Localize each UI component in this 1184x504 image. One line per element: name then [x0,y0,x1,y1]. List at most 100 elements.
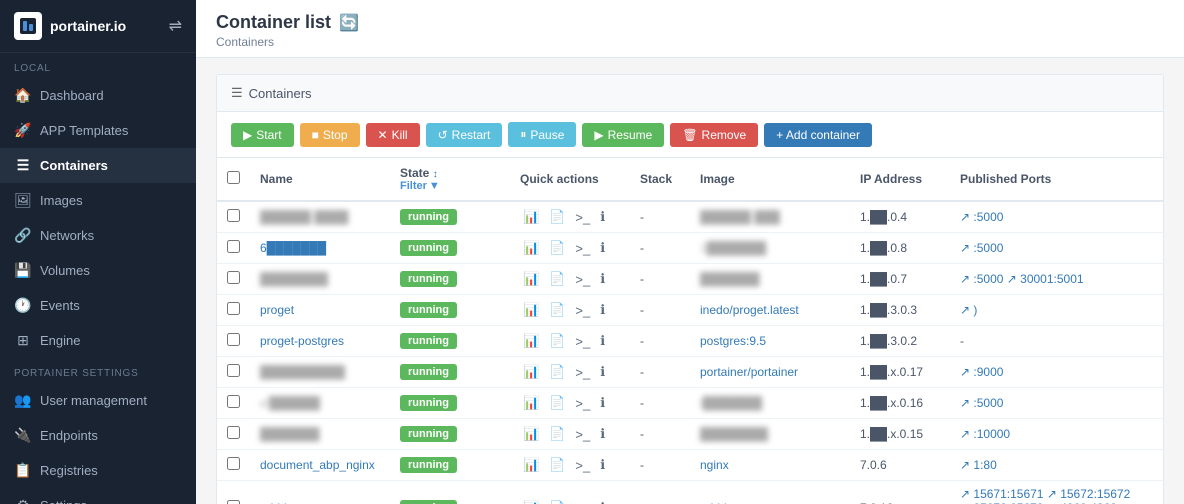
image-name-link[interactable]: portainer/portainer [700,365,798,379]
sidebar-item-events[interactable]: 🕐 Events [0,288,196,323]
select-all-checkbox[interactable] [227,171,240,184]
console-button[interactable]: >_ [572,395,593,412]
logs-button[interactable]: 📄 [546,394,568,412]
row-checkbox[interactable] [227,457,240,470]
stats-button[interactable]: 📊 [520,456,542,474]
console-button[interactable]: >_ [572,302,593,319]
port-link[interactable]: ↗ :5000 [960,241,1003,255]
stats-button[interactable]: 📊 [520,499,542,504]
sidebar-item-containers[interactable]: ☰ Containers [0,148,196,183]
sidebar-item-settings[interactable]: ⚙ Settings [0,488,196,504]
inspect-button[interactable]: ℹ [597,208,608,226]
row-checkbox[interactable] [227,395,240,408]
console-button[interactable]: >_ [572,240,593,257]
inspect-button[interactable]: ℹ [597,332,608,350]
container-name-link[interactable]: proget-postgres [260,334,344,348]
sidebar-item-app-templates[interactable]: 🚀 APP Templates [0,113,196,148]
stop-button[interactable]: ■ Stop [300,123,360,147]
sidebar-item-networks[interactable]: 🔗 Networks [0,218,196,253]
stats-button[interactable]: 📊 [520,270,542,288]
port-link[interactable]: ↗ :5000 [960,396,1003,410]
container-name-link[interactable]: document_abp_nginx [260,458,375,472]
port-link[interactable]: ↗ 1:80 [960,458,997,472]
logs-button[interactable]: 📄 [546,270,568,288]
stats-button[interactable]: 📊 [520,239,542,257]
inspect-button[interactable]: ℹ [597,270,608,288]
sidebar-item-dashboard[interactable]: 🏠 Dashboard [0,78,196,113]
containers-table-wrapper: Name State ↕ Filter ▼ Quick actions Stac… [217,158,1163,504]
stats-button[interactable]: 📊 [520,208,542,226]
port-link[interactable]: ↗ ) [960,303,977,317]
logs-button[interactable]: 📄 [546,208,568,226]
remove-button[interactable]: 🗑 Remove [670,123,758,147]
row-stack: - [630,388,690,419]
row-checkbox[interactable] [227,302,240,315]
sidebar-item-engine[interactable]: ⊞ Engine [0,323,196,358]
port-link[interactable]: ↗ 15672:15672 [1047,487,1130,501]
console-button[interactable]: >_ [572,333,593,350]
row-ip: 1.██.0.4 [850,201,950,233]
port-link[interactable]: ↗ :5000 [960,210,1003,224]
logs-button[interactable]: 📄 [546,363,568,381]
port-link[interactable]: ↗ 30001:5001 [1007,272,1084,286]
row-name: proget-postgres [250,326,390,357]
inspect-button[interactable]: ℹ [597,363,608,381]
console-button[interactable]: >_ [572,364,593,381]
refresh-icon[interactable]: 🔄 [339,13,359,33]
restart-button[interactable]: ↺ Restart [426,123,503,147]
logs-button[interactable]: 📄 [546,499,568,504]
logs-button[interactable]: 📄 [546,456,568,474]
row-checkbox[interactable] [227,209,240,222]
start-button[interactable]: ▶ Start [231,123,294,147]
console-button[interactable]: >_ [572,271,593,288]
inspect-button[interactable]: ℹ [597,301,608,319]
console-button[interactable]: >_ [572,457,593,474]
stats-button[interactable]: 📊 [520,301,542,319]
table-row: proget-postgres running 📊 📄 >_ ℹ - postg… [217,326,1163,357]
row-checkbox[interactable] [227,240,240,253]
port-link[interactable]: ↗ 15671:15671 [960,487,1043,501]
row-checkbox[interactable] [227,500,240,504]
port-link[interactable]: ↗ :5000 [960,272,1003,286]
pause-button[interactable]: ⏸ Pause [508,122,576,147]
port-link[interactable]: ↗ :10000 [960,427,1010,441]
sidebar-item-user-management[interactable]: 👥 User management [0,383,196,418]
add-container-button[interactable]: + Add container [764,123,872,147]
inspect-button[interactable]: ℹ [597,425,608,443]
logs-button[interactable]: 📄 [546,239,568,257]
stats-button[interactable]: 📊 [520,332,542,350]
inspect-button[interactable]: ℹ [597,394,608,412]
sort-icon[interactable]: ↕ [433,169,438,180]
container-name-link[interactable]: proget [260,303,294,317]
port-link[interactable]: ↗ :9000 [960,365,1003,379]
resume-button[interactable]: ▶ Resume [582,123,664,147]
state-badge: running [400,395,457,411]
logs-button[interactable]: 📄 [546,301,568,319]
image-name-link[interactable]: postgres:9.5 [700,334,766,348]
logs-button[interactable]: 📄 [546,425,568,443]
console-button[interactable]: >_ [572,426,593,443]
row-checkbox[interactable] [227,271,240,284]
row-checkbox[interactable] [227,364,240,377]
state-filter-link[interactable]: Filter ▼ [400,180,500,192]
kill-button[interactable]: ✕ Kill [366,123,420,147]
sidebar-item-images[interactable]: 🖼 Images [0,183,196,218]
row-quick-actions: 📊 📄 >_ ℹ [510,450,630,481]
sidebar-item-endpoints[interactable]: 🔌 Endpoints [0,418,196,453]
inspect-button[interactable]: ℹ [597,456,608,474]
inspect-button[interactable]: ℹ [597,239,608,257]
stats-button[interactable]: 📊 [520,394,542,412]
stats-button[interactable]: 📊 [520,425,542,443]
image-name-link[interactable]: inedo/proget.latest [700,303,799,317]
inspect-button[interactable]: ℹ [597,499,608,504]
console-button[interactable]: >_ [572,500,593,504]
row-checkbox[interactable] [227,426,240,439]
stats-button[interactable]: 📊 [520,363,542,381]
sidebar-item-registries[interactable]: 📋 Registries [0,453,196,488]
logs-button[interactable]: 📄 [546,332,568,350]
sidebar-item-volumes[interactable]: 💾 Volumes [0,253,196,288]
row-checkbox[interactable] [227,333,240,346]
container-name-link[interactable]: 6███████ [260,241,326,255]
image-name-link[interactable]: nginx [700,458,729,472]
console-button[interactable]: >_ [572,209,593,226]
